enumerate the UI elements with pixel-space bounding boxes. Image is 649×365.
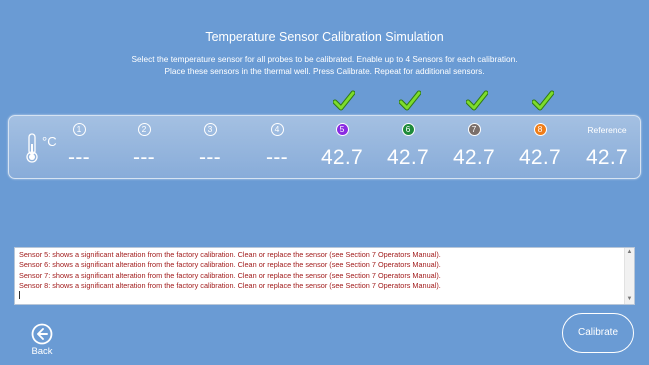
sensor-7-value: 42.7: [452, 146, 496, 169]
instructions-line-2: Place these sensors in the thermal well.…: [164, 65, 485, 76]
sensor-1-number[interactable]: 1: [72, 123, 86, 136]
page-title: Temperature Sensor Calibration Simulatio…: [205, 30, 444, 44]
instructions: Select the temperature sensor for all pr…: [0, 54, 649, 77]
sensor-4-value: ---: [266, 146, 288, 169]
sensor-5-check-icon: [333, 90, 355, 111]
sensor-7-number[interactable]: 7: [467, 123, 481, 136]
back-button-label[interactable]: Back: [22, 346, 62, 357]
sensor-3-value: ---: [199, 146, 221, 169]
log-lines: Sensor 5: shows a significant alteration…: [19, 250, 622, 302]
back-arrow-icon[interactable]: [31, 323, 53, 345]
sensor-7-check-icon: [466, 90, 488, 111]
sensor-6-number[interactable]: 6: [401, 123, 415, 136]
thermometer-icon: [26, 133, 38, 163]
scroll-down-icon[interactable]: ▼: [625, 295, 634, 304]
sensor-5-value: 42.7: [320, 146, 364, 169]
reference-label: Reference: [587, 125, 627, 135]
sensor-2-value: ---: [133, 146, 155, 169]
instructions-line-1: Select the temperature sensor for all pr…: [131, 54, 518, 64]
log-line: Sensor 7: shows a significant alteration…: [19, 270, 441, 280]
calibration-log[interactable]: Sensor 5: shows a significant alteration…: [14, 247, 635, 305]
log-scrollbar[interactable]: ▲ ▼: [624, 248, 634, 304]
log-line: Sensor 6: shows a significant alteration…: [19, 260, 441, 270]
log-line: Sensor 8: shows a significant alteration…: [19, 280, 441, 290]
sensor-2-number[interactable]: 2: [137, 123, 151, 136]
log-line: Sensor 5: shows a significant alteration…: [19, 250, 441, 259]
sensor-8-check-icon: [532, 90, 554, 111]
sensor-8-number[interactable]: 8: [533, 123, 547, 136]
sensor-panel: °C 1 --- 2 --- 3 --- 4 --- 5 42.7 6 42.7…: [8, 115, 641, 179]
sensor-4-number[interactable]: 4: [270, 123, 284, 136]
sensor-5-number[interactable]: 5: [335, 123, 349, 136]
calibrate-button[interactable]: Calibrate: [562, 313, 634, 353]
sensor-8-value: 42.7: [518, 146, 562, 169]
scroll-up-icon[interactable]: ▲: [625, 248, 634, 257]
sensor-6-check-icon: [399, 90, 421, 111]
sensor-3-number[interactable]: 3: [203, 123, 217, 136]
sensor-6-value: 42.7: [386, 146, 430, 169]
text-caret: [19, 291, 622, 302]
reference-value: 42.7: [585, 146, 629, 169]
sensor-1-value: ---: [68, 146, 90, 169]
